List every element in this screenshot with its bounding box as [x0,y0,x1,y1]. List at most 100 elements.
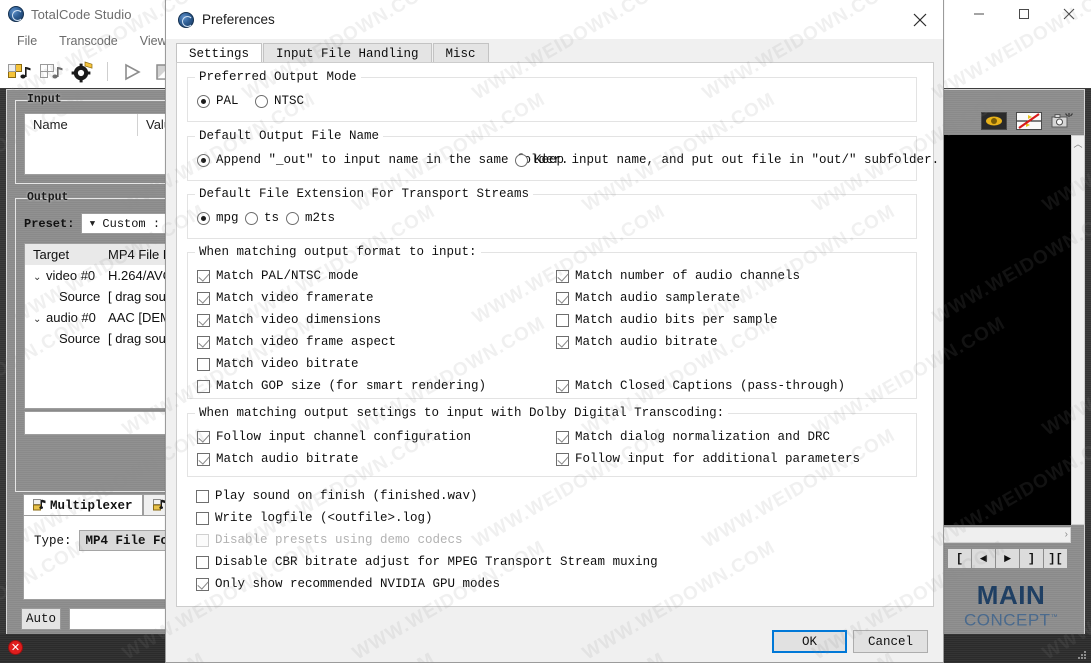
tab-input-file-handling[interactable]: Input File Handling [263,43,432,63]
preview-horizontal-scrollbar[interactable]: › [941,527,1071,543]
match-output-format-group: When matching output format to input: Ma… [187,245,917,399]
checkbox-match-closed-captions[interactable]: Match Closed Captions (pass-through) [556,379,845,393]
checkbox-follow-input-additional-params[interactable]: Follow input for additional parameters [556,452,860,466]
checkbox-dolby-match-audio-bitrate[interactable]: Match audio bitrate [197,452,359,466]
checkbox-match-audio-bitrate-label: Match audio bitrate [575,335,718,349]
checkbox-write-logfile[interactable]: Write logfile (<outfile>.log) [196,511,433,525]
default-file-extension-group: Default File Extension For Transport Str… [187,187,917,239]
checkbox-box-icon [196,555,209,569]
default-output-file-name-legend: Default Output File Name [195,129,384,143]
tree-row-name: Source [59,289,101,304]
logo-trademark: ™ [1050,614,1059,621]
radio-ntsc[interactable]: NTSC [255,94,304,108]
dialog-tabs: Settings Input File Handling Misc [176,43,490,63]
tab-misc[interactable]: Misc [432,43,489,63]
checkbox-disable-demo-presets-label: Disable presets using demo codecs [215,533,463,547]
checkbox-disable-demo-presets: Disable presets using demo codecs [196,533,463,547]
video-preview-canvas[interactable] [941,135,1071,525]
step-forward-button[interactable]: ► [995,548,1020,569]
checkbox-match-video-bitrate[interactable]: Match video bitrate [197,357,359,371]
eye-preview-icon[interactable] [981,112,1007,130]
match-output-format-legend: When matching output format to input: [195,245,481,259]
checkbox-box-icon [196,489,209,503]
checkbox-match-video-frame-aspect-label: Match video frame aspect [216,335,397,349]
close-icon[interactable] [1046,0,1091,28]
radio-dot-icon [515,153,528,167]
checkbox-write-logfile-label: Write logfile (<outfile>.log) [215,511,433,525]
minimize-icon[interactable] [956,0,1001,28]
checkbox-match-audio-bits-per-sample[interactable]: Match audio bits per sample [556,313,778,327]
tab-multiplexer[interactable]: Multiplexer [23,494,143,516]
default-file-extension-legend: Default File Extension For Transport Str… [195,187,534,201]
remove-job-icon[interactable] [38,60,64,84]
menu-file[interactable]: File [6,32,48,50]
error-close-icon[interactable]: ✕ [8,640,23,655]
checkbox-follow-input-channel-config[interactable]: Follow input channel configuration [197,430,471,444]
checkbox-match-video-dimensions[interactable]: Match video dimensions [197,313,381,327]
play-icon[interactable] [119,60,145,84]
checkbox-match-video-frame-aspect[interactable]: Match video frame aspect [197,335,396,349]
mark-in-button[interactable]: [ [947,548,972,569]
type-label: Type: [34,533,72,548]
checkbox-match-audio-samplerate[interactable]: Match audio samplerate [556,291,740,305]
scroll-right-icon[interactable]: › [1065,529,1068,540]
checkbox-match-closed-captions-label: Match Closed Captions (pass-through) [575,379,846,393]
checkbox-match-video-bitrate-label: Match video bitrate [216,357,359,371]
checkbox-match-audio-channels[interactable]: Match number of audio channels [556,269,800,283]
radio-keep-input-name[interactable]: Keep input name, and put out file in "ou… [515,153,939,167]
toolbar-divider [107,62,108,81]
checkbox-only-recommended-nvidia[interactable]: Only show recommended NVIDIA GPU modes [196,577,500,591]
auto-button[interactable]: Auto [21,608,61,630]
dialog-title-bar: Preferences [166,0,943,40]
checkbox-box-icon [556,379,569,393]
radio-pal-label: PAL [216,94,239,108]
cancel-button[interactable]: Cancel [853,630,928,653]
checkbox-box-icon [196,511,209,525]
preview-vertical-scrollbar[interactable]: ︿ [1071,135,1085,525]
checkbox-box-icon [197,313,210,327]
ok-button[interactable]: OK [772,630,847,653]
checkbox-disable-cbr-adjust[interactable]: Disable CBR bitrate adjust for MPEG Tran… [196,555,658,569]
dialog-close-icon[interactable] [897,0,943,40]
app-title: TotalCode Studio [31,6,132,22]
checkbox-match-pal-ntsc-label: Match PAL/NTSC mode [216,269,359,283]
settings-gear-icon[interactable] [70,60,96,84]
tree-row-name: video #0 [46,268,96,283]
radio-m2ts[interactable]: m2ts [286,211,335,225]
radio-dot-icon [197,153,210,167]
add-job-icon[interactable] [6,60,32,84]
checkbox-follow-input-channel-config-label: Follow input channel configuration [216,430,472,444]
checkbox-box-icon [556,269,569,283]
tab-settings[interactable]: Settings [176,43,263,63]
checkbox-match-audio-bitrate[interactable]: Match audio bitrate [556,335,718,349]
logo-sub-text: CONCEPT [963,610,1051,630]
checkbox-play-sound-on-finish[interactable]: Play sound on finish (finished.wav) [196,489,478,503]
resize-grip[interactable] [1077,650,1087,660]
radio-pal[interactable]: PAL [197,94,239,108]
step-back-button[interactable]: ◄ [971,548,996,569]
snapshot-camera-icon[interactable] [1051,112,1077,130]
checkbox-match-pal-ntsc[interactable]: Match PAL/NTSC mode [197,269,359,283]
tree-row-name: audio #0 [46,310,96,325]
fit-range-button[interactable]: ][ [1043,548,1068,569]
chevron-down-icon[interactable]: ⌄ [33,272,46,283]
scroll-up-icon[interactable]: ︿ [1072,136,1084,150]
checkbox-match-gop-size[interactable]: Match GOP size (for smart rendering) [197,379,486,393]
checkbox-match-dialog-normalization[interactable]: Match dialog normalization and DRC [556,430,830,444]
dolby-digital-group: When matching output settings to input w… [187,406,917,477]
radio-append-out[interactable]: Append "_out" to input name in the same … [197,153,569,167]
checkbox-match-dialog-normalization-label: Match dialog normalization and DRC [575,430,831,444]
preview-toolbar [981,112,1077,130]
mark-out-button[interactable]: ] [1019,548,1044,569]
checkbox-match-video-dimensions-label: Match video dimensions [216,313,382,327]
checkbox-match-video-framerate[interactable]: Match video framerate [197,291,374,305]
effects-toggle-icon[interactable] [1016,112,1042,130]
chevron-down-icon[interactable]: ⌄ [33,314,46,325]
dialog-button-row: OK Cancel [166,625,945,655]
checkbox-box-icon [197,291,210,305]
radio-ts-label: ts [264,211,280,225]
menu-transcode[interactable]: Transcode [48,32,129,50]
maximize-icon[interactable] [1001,0,1046,28]
radio-ts[interactable]: ts [245,211,279,225]
radio-mpg[interactable]: mpg [197,211,239,225]
